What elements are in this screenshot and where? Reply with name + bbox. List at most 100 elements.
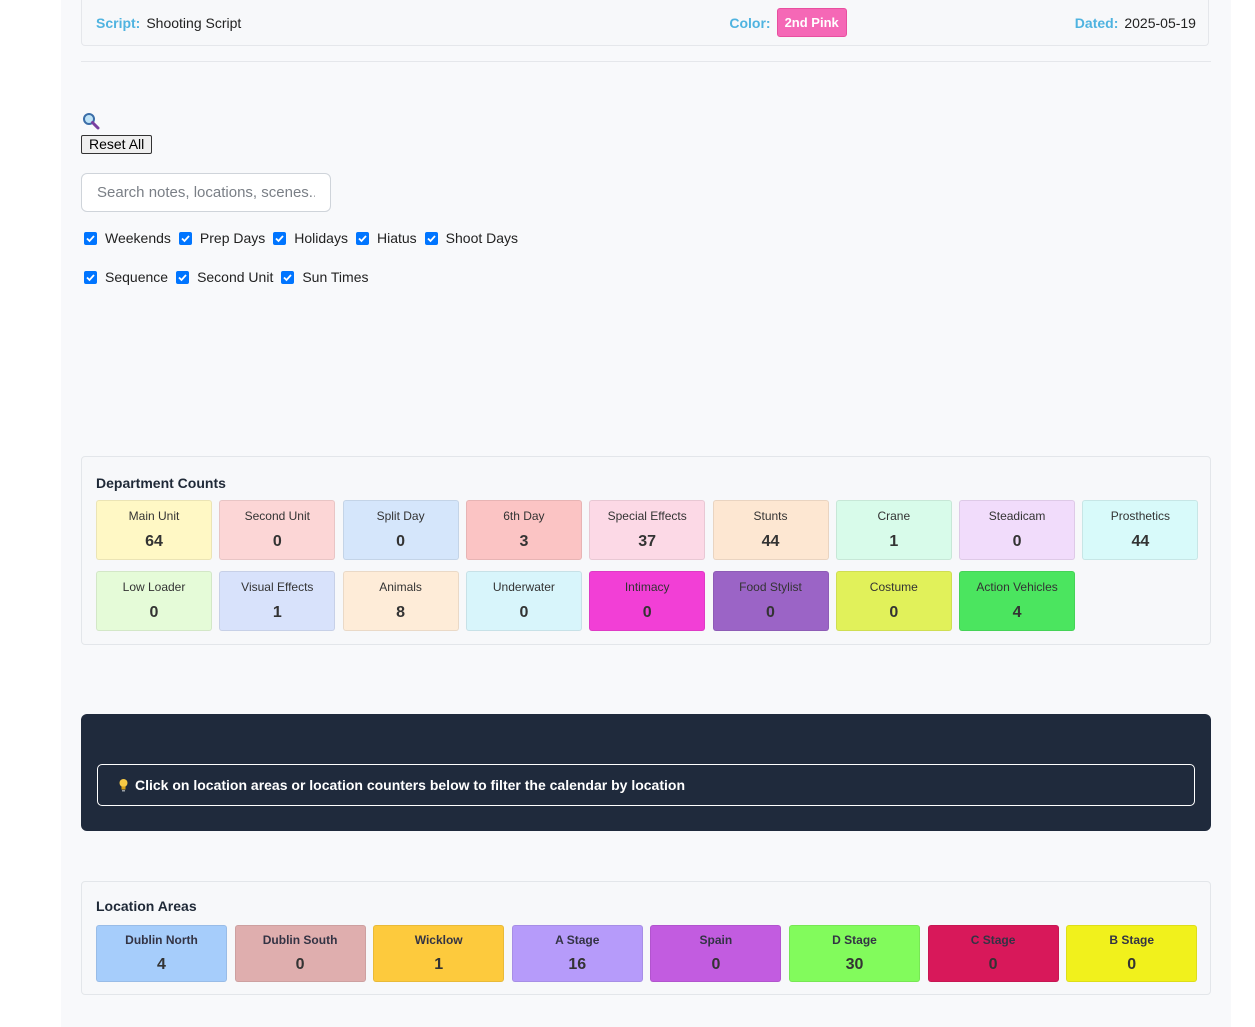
location-counter-label: C Stage [970, 933, 1016, 947]
department-counter-value: 3 [519, 533, 529, 550]
department-counter-label: Costume [869, 580, 918, 594]
checkbox-sequence[interactable]: Sequence [84, 269, 168, 285]
department-counter-label: Action Vehicles [976, 580, 1058, 594]
department-counter-value: 4 [1012, 604, 1022, 621]
dated-label: Dated: [1074, 14, 1119, 31]
department-counter-food-stylist[interactable]: Food Stylist 0 [712, 571, 829, 631]
location-filter-hint: Click on location areas or location coun… [97, 764, 1195, 806]
department-counter-value: 44 [1131, 533, 1150, 550]
department-counter-value: 8 [396, 604, 406, 621]
department-counter-crane[interactable]: Crane 1 [835, 500, 952, 560]
department-counter-label: Second Unit [244, 509, 310, 523]
department-counter-second-unit[interactable]: Second Unit 0 [219, 500, 336, 560]
location-counter-value: 0 [295, 956, 305, 973]
department-counter-label: Special Effects [607, 509, 687, 523]
reset-all-button[interactable]: Reset All [81, 135, 153, 154]
checkbox-sun-times[interactable]: Sun Times [281, 269, 368, 285]
checkbox-hiatus[interactable]: Hiatus [355, 230, 417, 246]
department-counter-label: Low Loader [122, 580, 186, 594]
checkbox-prep-days[interactable]: Prep Days [178, 230, 266, 246]
department-counter-label: Intimacy [624, 580, 670, 594]
checkbox-weekends[interactable]: Weekends [84, 230, 171, 246]
checkbox-checked-icon[interactable] [176, 270, 190, 284]
script-value: Shooting Script [146, 14, 242, 31]
checkbox-checked-icon[interactable] [178, 231, 192, 245]
department-counter-low-loader[interactable]: Low Loader 0 [96, 571, 212, 631]
dated-group: Dated: 2025-05-19 [1075, 15, 1196, 31]
color-label: Color: [729, 14, 771, 31]
location-counter-label: B Stage [1109, 933, 1155, 947]
department-counter-animals[interactable]: Animals 8 [342, 571, 459, 631]
department-counter-value: 0 [889, 604, 899, 621]
location-counter-dublin-north[interactable]: Dublin North 4 [96, 925, 227, 982]
department-counter-stunts[interactable]: Stunts 44 [712, 500, 829, 560]
page: Script: Shooting Script Color: 2nd Pink … [61, 0, 1231, 1027]
location-counter-label: Dublin South [262, 933, 338, 947]
department-counter-underwater[interactable]: Underwater 0 [465, 571, 582, 631]
department-counter-action-vehicles[interactable]: Action Vehicles 4 [959, 571, 1076, 631]
location-counter-wicklow[interactable]: Wicklow 1 [373, 925, 505, 982]
location-counter-label: Wicklow [414, 933, 463, 947]
checkbox-checked-icon[interactable] [424, 231, 438, 245]
department-counter-value: 1 [272, 604, 282, 621]
dated-value: 2025-05-19 [1124, 14, 1196, 31]
location-counter-a-stage[interactable]: A Stage 16 [511, 925, 643, 982]
lightbulb-icon [118, 778, 129, 792]
script-group: Script: Shooting Script [96, 15, 241, 31]
department-counter-steadicam[interactable]: Steadicam 0 [959, 500, 1076, 560]
script-info-bar: Script: Shooting Script Color: 2nd Pink … [81, 0, 1209, 46]
department-counter-special-effects[interactable]: Special Effects 37 [589, 500, 706, 560]
department-counter-value: 0 [642, 604, 652, 621]
filter-checkboxes-row-2: Sequence Second Unit Sun Times [84, 269, 376, 285]
checkbox-checked-icon[interactable] [84, 270, 97, 284]
checkbox-label: Prep Days [199, 230, 266, 246]
checkbox-label: Sun Times [302, 269, 369, 285]
department-counter-label: Underwater [492, 580, 555, 594]
location-counter-label: Dublin North [125, 933, 198, 947]
department-counter-label: 6th Day [503, 509, 545, 523]
department-counter-value: 1 [889, 533, 899, 550]
checkbox-shoot-days[interactable]: Shoot Days [424, 230, 519, 246]
location-areas-panel: Location Areas Dublin North 4 Dublin South… [81, 881, 1211, 995]
department-counter-visual-effects[interactable]: Visual Effects 1 [219, 571, 336, 631]
department-counter-value: 44 [761, 533, 780, 550]
checkbox-checked-icon[interactable] [84, 231, 97, 245]
checkbox-label: Second Unit [197, 269, 274, 285]
department-counter-label: Split Day [376, 509, 425, 523]
department-counter-prosthetics[interactable]: Prosthetics 44 [1082, 500, 1199, 560]
checkbox-second-unit[interactable]: Second Unit [176, 269, 273, 285]
department-counts-title: Department Counts [96, 475, 226, 491]
department-counter-6th-day[interactable]: 6th Day 3 [465, 500, 582, 560]
location-counter-d-stage[interactable]: D Stage 30 [789, 925, 920, 982]
script-label: Script: [96, 14, 141, 31]
checkbox-checked-icon[interactable] [355, 231, 369, 245]
location-counter-value: 16 [568, 956, 587, 973]
location-counter-label: Spain [699, 933, 733, 947]
location-info-panel: Click on location areas or location coun… [81, 714, 1211, 831]
department-counter-label: Animals [379, 580, 422, 594]
location-counter-c-stage[interactable]: C Stage 0 [927, 925, 1059, 982]
location-counter-spain[interactable]: Spain 0 [650, 925, 782, 982]
department-counter-label: Main Unit [128, 509, 180, 523]
search-input[interactable] [81, 173, 331, 212]
checkbox-checked-icon[interactable] [273, 231, 287, 245]
department-counter-label: Crane [877, 509, 911, 523]
location-filter-hint-text: Click on location areas or location coun… [135, 777, 685, 793]
location-counter-label: D Stage [832, 933, 877, 947]
department-counter-intimacy[interactable]: Intimacy 0 [589, 571, 706, 631]
department-counter-value: 37 [638, 533, 657, 550]
department-counter-costume[interactable]: Costume 0 [835, 571, 952, 631]
department-counter-value: 0 [272, 533, 282, 550]
location-counter-b-stage[interactable]: B Stage 0 [1066, 925, 1198, 982]
checkbox-holidays[interactable]: Holidays [273, 230, 348, 246]
location-counter-value: 0 [1127, 956, 1137, 973]
location-counter-value: 0 [988, 956, 998, 973]
checkbox-label: Holidays [294, 230, 348, 246]
department-counter-split-day[interactable]: Split Day 0 [342, 500, 459, 560]
department-counter-label: Stunts [753, 509, 788, 523]
department-counter-value: 0 [396, 533, 406, 550]
checkbox-label: Shoot Days [445, 230, 519, 246]
checkbox-checked-icon[interactable] [281, 270, 295, 284]
location-counter-dublin-south[interactable]: Dublin South 0 [234, 925, 366, 982]
department-counter-main-unit[interactable]: Main Unit 64 [96, 500, 212, 560]
